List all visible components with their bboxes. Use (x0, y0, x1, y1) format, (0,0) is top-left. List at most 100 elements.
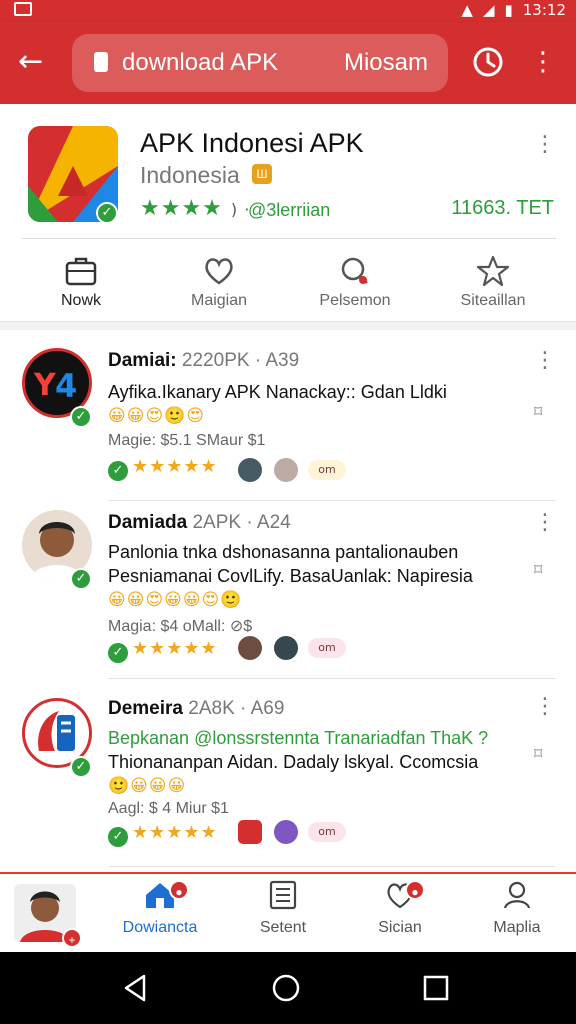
app-subtitle: Indonesia (140, 162, 240, 188)
verified-badge-icon: ✓ (96, 202, 118, 224)
nav-back-icon[interactable] (118, 970, 154, 1006)
post-header: Demeira 2A8K · A69 (108, 698, 284, 720)
system-navigation-bar (0, 952, 576, 1024)
divider (22, 238, 556, 239)
action-label: Maigian (190, 292, 248, 309)
post-text-2: Pesniamanai CovlLify. BasaUanlak: Napire… (108, 566, 473, 586)
mini-avatar[interactable] (274, 820, 298, 844)
post-price: Aagl: $ 4 Miur $1 (108, 800, 229, 817)
check-icon: ✓ (108, 461, 128, 481)
post-menu-icon[interactable]: ⋮ (534, 350, 556, 372)
wifi-icon: ◢ (482, 1, 495, 19)
notification-badge: + (62, 928, 82, 948)
post-author[interactable]: Damiai: (108, 350, 177, 371)
address-bar[interactable]: download APK Miosam (72, 34, 448, 92)
post-meta: 2220PK · A39 (181, 350, 300, 371)
briefcase-icon (65, 257, 97, 286)
bookmark-icon[interactable]: ⌑ (534, 744, 552, 768)
check-icon: ✓ (108, 827, 128, 847)
nav-profile[interactable]: + (0, 880, 90, 950)
nav-dowiancta[interactable]: ● Dowiancta (105, 880, 215, 950)
address-text: download APK (122, 49, 279, 76)
mini-avatar[interactable] (238, 820, 262, 844)
mini-avatar[interactable] (238, 636, 262, 660)
nav-home-icon[interactable] (268, 970, 304, 1006)
list-icon (269, 880, 297, 910)
post-rating: ✓ ★★★★★ (108, 456, 218, 481)
verified-badge-icon: ✓ (70, 568, 92, 590)
bookmark-icon[interactable]: ⌑ (534, 402, 552, 426)
tag-pill[interactable]: om (308, 822, 346, 842)
notification-badge: ● (169, 880, 189, 900)
nav-setent[interactable]: Setent (228, 880, 338, 950)
action-maigian[interactable]: Maigian (154, 254, 284, 314)
overflow-menu-icon[interactable]: ⋮ (530, 44, 556, 80)
nav-recents-icon[interactable] (418, 970, 454, 1006)
post-rating: ✓ ★★★★★ (108, 638, 218, 663)
nav-label: Setent (259, 919, 307, 936)
post-stars: ★★★★★ (132, 456, 218, 477)
mini-avatar[interactable] (238, 458, 262, 482)
nav-label: Maplia (493, 919, 541, 936)
nav-label: Sician (378, 919, 422, 936)
battery-icon: ▮ (504, 1, 513, 19)
divider (108, 866, 556, 867)
post-menu-icon[interactable]: ⋮ (534, 512, 556, 534)
app-title: APK Indonesi APK (140, 128, 364, 158)
bottom-navigation: + ● Dowiancta Setent ● Sician Maplia (0, 872, 576, 952)
post-meta: 2APK · A24 (192, 512, 291, 533)
verified-badge-icon: ✓ (70, 756, 92, 778)
post-header: Damiada 2APK · A24 (108, 512, 291, 534)
post-rating: ✓ ★★★★★ (108, 822, 218, 847)
status-time: 13:12 (522, 1, 566, 19)
person-icon (503, 881, 531, 909)
action-pelsemon[interactable]: Pelsemon (290, 254, 420, 314)
post-text: Panlonia tnka dshonasanna pantalionauben (108, 542, 459, 562)
post-stars: ★★★★★ (132, 822, 218, 843)
post-author[interactable]: Damiada (108, 512, 187, 533)
app-handle[interactable]: @3lerriian (248, 200, 330, 221)
app-bar: ← download APK Miosam ⋮ (0, 22, 576, 104)
post-text: Bepkanan @lonssrstennta Tranariadfan Tha… (108, 728, 489, 748)
post-price: Magia: $4 oMall: ⊘$ (108, 618, 253, 635)
clock-icon[interactable] (470, 44, 506, 80)
signal-icon: ▲ (461, 1, 473, 19)
divider (108, 678, 556, 679)
post-meta: 2A8K · A69 (188, 698, 285, 719)
check-icon: ✓ (108, 643, 128, 663)
post-item[interactable]: ✓ Damiada 2APK · A24 ⋮ Panlonia tnka dsh… (0, 502, 576, 679)
back-arrow-icon[interactable]: ← (18, 46, 50, 78)
post-item[interactable]: ✓ Demeira 2A8K · A69 ⋮ Bepkanan @lonssrs… (0, 684, 576, 867)
post-author[interactable]: Demeira (108, 698, 183, 719)
action-label: Siteaillan (460, 292, 526, 309)
notification-icon (14, 2, 32, 16)
post-item[interactable]: Y4 ✓ Damiai: 2220PK · A39 ⋮ Ayfika.Ikana… (0, 340, 576, 510)
post-menu-icon[interactable]: ⋮ (534, 696, 556, 718)
nav-sician[interactable]: ● Sician (345, 880, 455, 950)
app-menu-icon[interactable]: ⋮ (534, 134, 556, 156)
nav-maplia[interactable]: Maplia (462, 880, 572, 950)
address-extra-text: Miosam (343, 49, 428, 76)
star-icon (476, 255, 510, 287)
tag-pill[interactable]: om (308, 460, 346, 480)
lock-icon (94, 52, 108, 72)
post-feed[interactable]: Y4 ✓ Damiai: 2220PK · A39 ⋮ Ayfika.Ikana… (0, 330, 576, 872)
bookmark-icon[interactable]: ⌑ (534, 560, 552, 584)
post-reactions: 😀😀😍🙂😍 (108, 406, 206, 426)
nav-label: Dowiancta (122, 919, 198, 936)
post-header: Damiai: 2220PK · A39 (108, 350, 299, 372)
heart-icon (205, 258, 233, 285)
svg-text:Y: Y (33, 368, 57, 403)
post-reactions: 😀😀😍😀😀😍🙂 (108, 590, 243, 610)
action-nowk[interactable]: Nowk (16, 254, 146, 314)
svg-text:4: 4 (55, 367, 77, 405)
divider (108, 500, 556, 501)
post-stars: ★★★★★ (132, 638, 218, 659)
post-text-2: Thionananpan Aidan. Dadaly lskyal. Ccomc… (108, 752, 479, 772)
action-siteaillan[interactable]: Siteaillan (428, 254, 558, 314)
post-text: Ayfika.Ikanary APK Nanackay:: Gdan Lldki (108, 382, 447, 402)
tag-pill[interactable]: om (308, 638, 346, 658)
mini-avatar[interactable] (274, 458, 298, 482)
app-card: ✓ APK Indonesi APK Indonesia Ш ★★★★ ) · … (0, 104, 576, 322)
mini-avatar[interactable] (274, 636, 298, 660)
